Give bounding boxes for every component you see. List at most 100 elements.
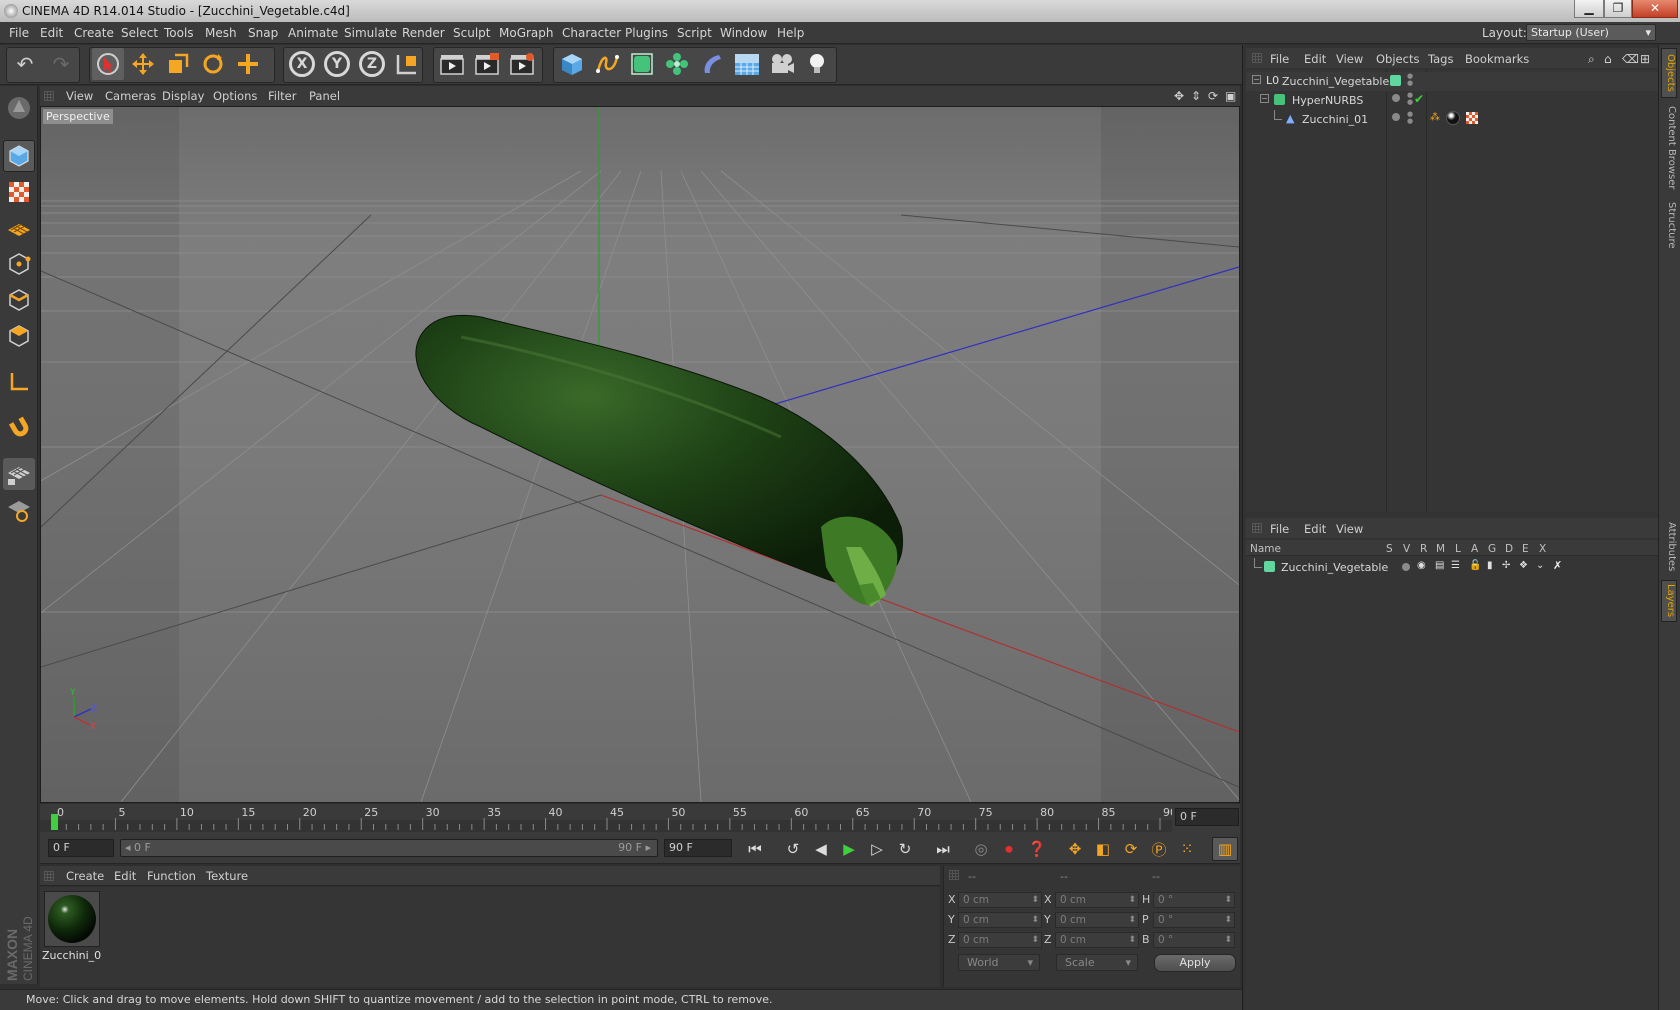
autokey-button[interactable]: ⏺: [996, 837, 1022, 861]
rotate-tool-button[interactable]: [197, 48, 229, 80]
layer-col-generators[interactable]: G: [1488, 543, 1496, 555]
coordinate-mode-select[interactable]: World: [958, 954, 1040, 971]
layer-color-swatch[interactable]: [1390, 75, 1401, 86]
minimize-button[interactable]: ▁: [1574, 0, 1604, 18]
object-menu-bookmarks[interactable]: Bookmarks: [1465, 52, 1529, 66]
visibility-dots-icon[interactable]: ● ●: [1407, 92, 1413, 106]
record-parameter-button[interactable]: Ⓟ: [1146, 837, 1172, 861]
scale-tool-button[interactable]: [162, 48, 194, 80]
points-mode-button[interactable]: [3, 248, 35, 280]
rot-b-field[interactable]: 0 °: [1153, 932, 1235, 948]
layout-select[interactable]: Startup (User): [1526, 24, 1656, 41]
tab-objects[interactable]: Objects: [1661, 48, 1677, 98]
object-menu-file[interactable]: File: [1270, 52, 1289, 66]
menu-file[interactable]: File: [9, 26, 29, 40]
menu-select[interactable]: Select: [121, 26, 158, 40]
viewport-rotate-icon[interactable]: ⟳: [1208, 89, 1218, 103]
layer-dot-icon[interactable]: [1392, 113, 1400, 121]
zucchini-model[interactable]: [415, 314, 903, 607]
size-y-field[interactable]: 0 cm: [1055, 912, 1139, 928]
object-new-window-icon[interactable]: ⊞: [1640, 52, 1650, 66]
layer-xref-icon[interactable]: ✗: [1553, 559, 1562, 572]
render-view-button[interactable]: [436, 48, 468, 80]
material-tag-icon[interactable]: [1446, 111, 1460, 125]
material-menu-edit[interactable]: Edit: [114, 869, 136, 883]
object-search-icon[interactable]: ⌕: [1588, 52, 1595, 67]
layer-generator-icon[interactable]: ✢: [1502, 560, 1510, 571]
timeline-scale[interactable]: 0 5 10 15 20 25 30 35 40 45 50 55 60 65 70 75 80 85 90: [40, 804, 1172, 832]
layer-col-xref[interactable]: X: [1539, 543, 1546, 555]
tab-attributes[interactable]: Attributes: [1661, 518, 1677, 576]
menu-simulate[interactable]: Simulate: [344, 26, 397, 40]
play-button[interactable]: ▶: [836, 837, 862, 861]
previous-key-button[interactable]: ↺: [780, 837, 806, 861]
size-x-field[interactable]: 0 cm: [1055, 892, 1139, 908]
layer-render-icon[interactable]: ▤: [1435, 560, 1444, 571]
layer-animation-icon[interactable]: ▮: [1487, 560, 1493, 571]
menu-help[interactable]: Help: [777, 26, 804, 40]
keyframe-selection-button[interactable]: ❓: [1024, 837, 1050, 861]
layer-dot-icon[interactable]: [1392, 94, 1400, 102]
record-scale-button[interactable]: ◧: [1090, 837, 1116, 861]
layer-color-swatch[interactable]: [1264, 561, 1275, 572]
model-mode-button[interactable]: [3, 140, 35, 172]
layer-col-name[interactable]: Name: [1250, 543, 1281, 555]
light-button[interactable]: [801, 48, 833, 80]
locked-workplane-button[interactable]: [3, 458, 35, 490]
material-panel-grip-icon[interactable]: [44, 871, 54, 881]
workplane-mode-button[interactable]: [3, 212, 35, 244]
cube-object-button[interactable]: [556, 48, 588, 80]
start-frame-field[interactable]: 0 F: [48, 839, 114, 857]
layer-menu-view[interactable]: View: [1336, 522, 1363, 536]
pos-z-field[interactable]: 0 cm: [958, 932, 1042, 948]
layer-expression-icon[interactable]: ⌄: [1536, 560, 1544, 571]
tab-content-browser[interactable]: Content Browser: [1661, 102, 1677, 194]
object-name[interactable]: Zucchini_Vegetable: [1282, 75, 1389, 88]
viewport-menu-view[interactable]: View: [66, 89, 93, 103]
record-keys-button[interactable]: ◎: [968, 837, 994, 861]
object-menu-edit[interactable]: Edit: [1304, 52, 1326, 66]
object-panel-grip-icon[interactable]: [1252, 53, 1262, 63]
menu-window[interactable]: Window: [720, 26, 767, 40]
tweak-mode-button[interactable]: [3, 412, 35, 444]
menu-edit[interactable]: Edit: [40, 26, 63, 40]
menu-create[interactable]: Create: [74, 26, 114, 40]
render-to-picture-viewer-button[interactable]: [471, 48, 503, 80]
playhead[interactable]: [51, 814, 58, 830]
maximize-button[interactable]: ❐: [1604, 0, 1632, 18]
object-menu-view[interactable]: View: [1336, 52, 1363, 66]
coordinate-type-select[interactable]: Scale: [1056, 954, 1138, 971]
tab-layers[interactable]: Layers: [1661, 580, 1677, 622]
object-menu-objects[interactable]: Objects: [1376, 52, 1419, 66]
menu-script[interactable]: Script: [677, 26, 712, 40]
material-menu-create[interactable]: Create: [66, 869, 104, 883]
menu-mesh[interactable]: Mesh: [205, 26, 237, 40]
material-swatch[interactable]: [44, 891, 100, 947]
uvw-tag-icon[interactable]: [1466, 112, 1478, 124]
close-button[interactable]: ✕: [1632, 0, 1678, 18]
live-selection-button[interactable]: [92, 48, 124, 80]
material-menu-function[interactable]: Function: [147, 869, 196, 883]
previous-frame-button[interactable]: ◀: [808, 837, 834, 861]
object-row[interactable]: − HyperNURBS ● ● ✔: [1246, 91, 1658, 110]
z-axis-lock-button[interactable]: Z: [356, 48, 388, 80]
timeline-scheme-button[interactable]: ▥: [1212, 837, 1238, 861]
viewport-pan-icon[interactable]: ✥: [1174, 89, 1184, 103]
layer-deformer-icon[interactable]: ❖: [1519, 560, 1528, 571]
viewport-menu-panel[interactable]: Panel: [309, 89, 340, 103]
layer-manager-icon[interactable]: ☰: [1451, 560, 1460, 571]
viewport-menu-display[interactable]: Display: [162, 89, 204, 103]
make-editable-button[interactable]: [3, 92, 35, 124]
end-frame-field[interactable]: 90 F: [664, 839, 732, 857]
redo-button[interactable]: ↷: [45, 48, 77, 80]
viewport-scene[interactable]: Y Z X: [41, 107, 1239, 802]
layer-row[interactable]: Zucchini_Vegetable ◉ ▤ ☰ 🔓 ▮ ✢ ❖ ⌄ ✗: [1246, 558, 1658, 577]
layer-lock-icon[interactable]: 🔓: [1469, 560, 1481, 571]
record-point-level-button[interactable]: ⁙: [1174, 837, 1200, 861]
deformer-button[interactable]: [696, 48, 728, 80]
phong-tag-icon[interactable]: ⁂: [1430, 112, 1440, 123]
layer-col-locked[interactable]: L: [1455, 543, 1461, 555]
size-z-field[interactable]: 0 cm: [1055, 932, 1139, 948]
render-settings-button[interactable]: [506, 48, 538, 80]
layer-col-expressions[interactable]: E: [1522, 543, 1529, 555]
